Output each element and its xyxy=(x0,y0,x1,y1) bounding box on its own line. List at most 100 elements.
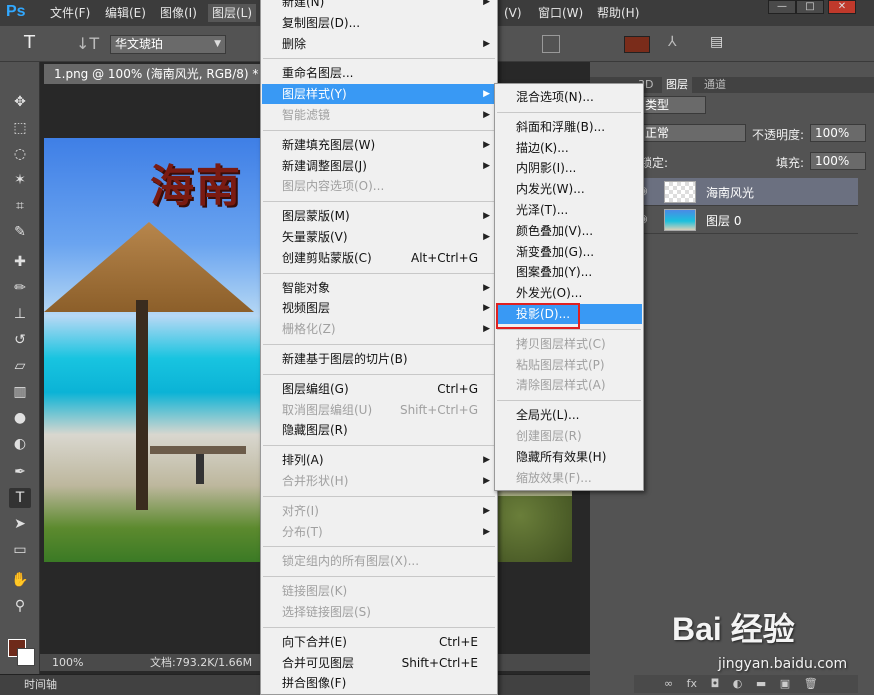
menu-item[interactable]: 复制图层(D)... xyxy=(262,13,496,33)
zoom-level[interactable]: 100% xyxy=(52,654,83,671)
align-left-icon[interactable] xyxy=(542,35,560,53)
menu-item[interactable]: 视频图层 ▶ xyxy=(262,298,496,318)
menu-item[interactable]: 新建调整图层(J) ▶ xyxy=(262,156,496,176)
maximize-button[interactable]: □ xyxy=(796,0,824,14)
lock-label: 锁定: xyxy=(640,156,669,170)
menu-item[interactable]: 图层编组(G) Ctrl+G xyxy=(262,379,496,399)
fill-input[interactable]: 100% xyxy=(810,152,866,170)
dodge-tool-icon[interactable]: ◐ xyxy=(9,434,31,454)
layer-filter-select[interactable]: 类型 xyxy=(640,96,706,114)
menu-item[interactable]: 重命名图层... xyxy=(262,63,496,83)
menu-item[interactable]: 颜色叠加(V)... xyxy=(496,221,642,241)
menu-item[interactable]: 渐变叠加(G)... xyxy=(496,242,642,262)
menu-item[interactable]: 新建填充图层(W) ▶ xyxy=(262,135,496,155)
menu-item[interactable]: 光泽(T)... xyxy=(496,200,642,220)
menu-item[interactable]: 合并可见图层 Shift+Ctrl+E xyxy=(262,653,496,673)
menu-item-label: 图层内容选项(O)... xyxy=(282,179,385,194)
menu-item[interactable]: 外发光(O)... xyxy=(496,283,642,303)
tab-channels[interactable]: 通道 xyxy=(700,77,730,93)
layer-row[interactable]: ◉ 海南风光 xyxy=(634,178,858,206)
align-right-icon[interactable] xyxy=(590,35,608,53)
pen-tool-icon[interactable]: ✒ xyxy=(9,462,31,482)
menu-edit[interactable]: 编辑(E) xyxy=(101,4,150,22)
blend-mode-select[interactable]: 正常 xyxy=(640,124,746,142)
gradient-tool-icon[interactable]: ▥ xyxy=(9,382,31,402)
menu-item[interactable]: 图层蒙版(M) ▶ xyxy=(262,206,496,226)
trash-icon[interactable]: 🗑 xyxy=(804,677,818,690)
warp-text-icon[interactable]: ⅄ xyxy=(668,34,677,50)
type-tool-icon[interactable]: T xyxy=(9,488,31,508)
timeline-label[interactable]: 时间轴 xyxy=(24,675,57,695)
healing-brush-icon[interactable]: ✚ xyxy=(9,252,31,272)
text-orientation-icon[interactable]: ↓T xyxy=(76,34,99,53)
magic-wand-icon[interactable]: ✶ xyxy=(9,170,31,190)
align-center-icon[interactable] xyxy=(566,35,584,53)
menu-item[interactable]: 隐藏所有效果(H) xyxy=(496,447,642,467)
path-selection-icon[interactable]: ➤ xyxy=(9,514,31,534)
panels-toggle-icon[interactable]: ▤ xyxy=(710,34,723,50)
font-family-select[interactable]: 华文琥珀 ▼ xyxy=(110,35,226,54)
menu-item[interactable]: 新建基于图层的切片(B) xyxy=(262,349,496,369)
layer-row[interactable]: ◉ 图层 0 xyxy=(634,206,858,234)
link-layers-icon[interactable]: ∞ xyxy=(664,677,673,690)
opacity-input[interactable]: 100% xyxy=(810,124,866,142)
menu-item[interactable]: 创建剪贴蒙版(C) Alt+Ctrl+G xyxy=(262,248,496,268)
menu-item[interactable]: 隐藏图层(R) xyxy=(262,420,496,440)
menu-item[interactable]: 内阴影(I)... xyxy=(496,158,642,178)
menu-item[interactable]: 排列(A) ▶ xyxy=(262,450,496,470)
hand-tool-icon[interactable]: ✋ xyxy=(9,570,31,590)
lasso-tool-icon[interactable]: ◌ xyxy=(9,144,31,164)
menu-item-shortcut: Ctrl+E xyxy=(439,634,478,649)
canvas-bench-leg xyxy=(196,454,204,484)
canvas-bench xyxy=(150,446,246,454)
text-tool-icon[interactable]: T xyxy=(24,32,35,53)
adjustment-icon[interactable]: ◐ xyxy=(733,677,743,690)
menu-item[interactable]: 斜面和浮雕(B)... xyxy=(496,117,642,137)
menu-item[interactable]: 混合选项(N)... xyxy=(496,87,642,107)
close-button[interactable]: ✕ xyxy=(828,0,856,14)
brush-tool-icon[interactable]: ✏ xyxy=(9,278,31,298)
menu-item[interactable]: 图层样式(Y) ▶ xyxy=(262,84,496,105)
marquee-tool-icon[interactable]: ⬚ xyxy=(9,118,31,138)
clone-stamp-icon[interactable]: ⊥ xyxy=(9,304,31,324)
shape-tool-icon[interactable]: ▭ xyxy=(9,540,31,560)
menu-help[interactable]: 帮助(H) xyxy=(593,4,643,22)
menu-item[interactable]: 拼合图像(F) xyxy=(262,673,496,693)
tab-layers[interactable]: 图层 xyxy=(662,77,692,93)
menu-file[interactable]: 文件(F) xyxy=(46,4,94,22)
new-layer-icon[interactable]: ▣ xyxy=(780,677,790,690)
eyedropper-icon[interactable]: ✎ xyxy=(9,222,31,242)
eraser-icon[interactable]: ▱ xyxy=(9,356,31,376)
menu-item[interactable]: 描边(K)... xyxy=(496,138,642,158)
layer-style-submenu: 混合选项(N)... 斜面和浮雕(B)... 描边(K)... 内阴影(I)... 内发… xyxy=(494,83,644,491)
menu-image[interactable]: 图像(I) xyxy=(156,4,201,22)
menu-item-label: 新建调整图层(J) xyxy=(282,158,367,173)
menu-item-label: 矢量蒙版(V) xyxy=(282,230,348,244)
text-color-swatch[interactable] xyxy=(624,36,650,53)
submenu-arrow-icon: ▶ xyxy=(483,110,490,120)
background-color-swatch[interactable] xyxy=(17,648,35,666)
menu-window[interactable]: 窗口(W) xyxy=(534,4,587,22)
menu-item: 对齐(I) ▶ xyxy=(262,501,496,521)
menu-item[interactable]: 矢量蒙版(V) ▶ xyxy=(262,227,496,247)
zoom-tool-icon[interactable]: ⚲ xyxy=(9,596,31,616)
menu-view[interactable]: (V) xyxy=(500,4,526,22)
blur-tool-icon[interactable]: ● xyxy=(9,408,31,428)
mask-icon[interactable]: ◘ xyxy=(711,677,720,690)
menu-item[interactable]: 内发光(W)... xyxy=(496,179,642,199)
fx-icon[interactable]: fx xyxy=(687,677,697,690)
crop-tool-icon[interactable]: ⌗ xyxy=(9,196,31,216)
group-icon[interactable]: ▬ xyxy=(756,677,766,690)
menu-item[interactable]: 全局光(L)... xyxy=(496,405,642,425)
menu-item[interactable]: 删除 ▶ xyxy=(262,34,496,54)
menu-item[interactable]: 智能对象 ▶ xyxy=(262,278,496,298)
menu-layer[interactable]: 图层(L) xyxy=(208,4,257,22)
minimize-button[interactable]: — xyxy=(768,0,796,14)
menu-item[interactable]: 新建(N) ▶ xyxy=(262,0,496,12)
move-tool-icon[interactable]: ✥ xyxy=(9,92,31,112)
history-brush-icon[interactable]: ↺ xyxy=(9,330,31,350)
menu-item[interactable]: 向下合并(E) Ctrl+E xyxy=(262,632,496,652)
menu-item[interactable]: 图案叠加(Y)... xyxy=(496,262,642,282)
document-tab[interactable]: 1.png @ 100% (海南风光, RGB/8) * xyxy=(44,64,262,84)
fill-value: 100% xyxy=(815,154,850,168)
